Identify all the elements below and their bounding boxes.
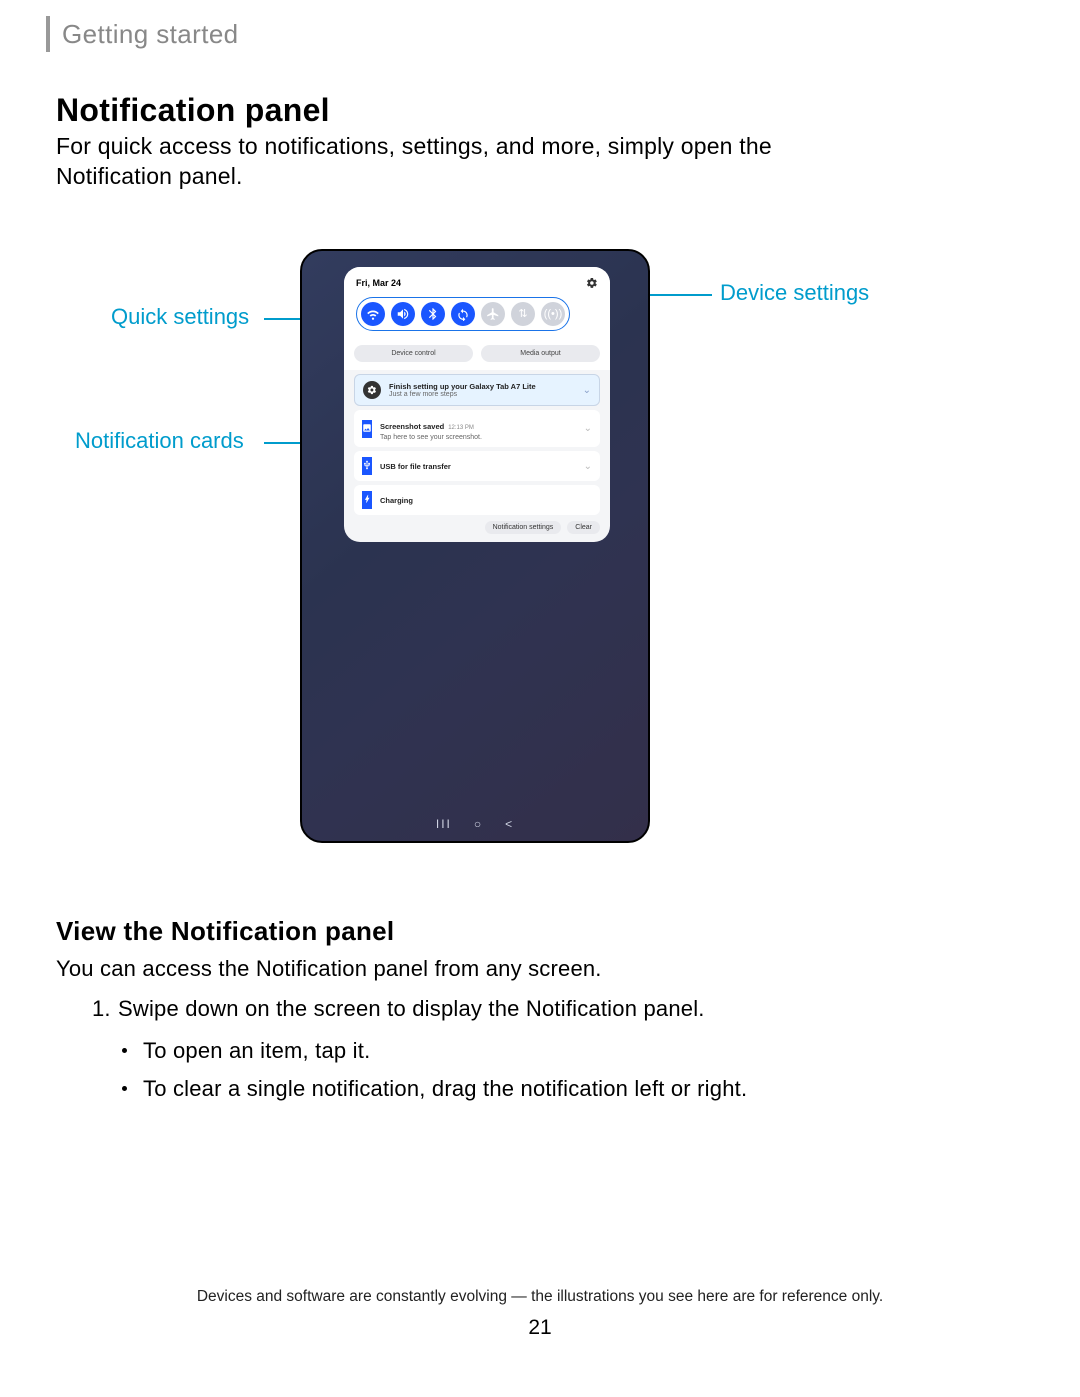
notification-title: Screenshot saved (380, 422, 444, 431)
hotspot-icon[interactable]: ((•)) (541, 302, 565, 326)
bullet-list: To open an item, tap it. To clear a sing… (92, 1038, 747, 1102)
notification-title: Finish setting up your Galaxy Tab A7 Lit… (389, 382, 575, 391)
bullet-text: To open an item, tap it. (143, 1038, 370, 1064)
step-text: Swipe down on the screen to display the … (118, 996, 705, 1021)
chevron-down-icon[interactable]: ⌄ (584, 461, 592, 472)
android-navbar: III ○ < (302, 817, 648, 831)
chevron-down-icon[interactable]: ⌄ (584, 423, 592, 434)
bullet-text: To clear a single notification, drag the… (143, 1076, 747, 1102)
notification-time: 12:13 PM (448, 425, 474, 431)
data-icon[interactable]: ⇅ (511, 302, 535, 326)
page-number: 21 (0, 1316, 1080, 1340)
section-heading: View the Notification panel (56, 916, 394, 947)
notification-settings-button[interactable]: Notification settings (485, 521, 562, 534)
bullet-dot (122, 1086, 127, 1091)
gear-icon (363, 381, 381, 399)
panel-header: Fri, Mar 24 ⇅ ((•)) (344, 267, 610, 337)
sound-icon[interactable] (391, 302, 415, 326)
device-control-button[interactable]: Device control (354, 345, 473, 362)
image-icon (362, 420, 372, 438)
home-icon[interactable]: ○ (474, 817, 483, 831)
lead-paragraph: For quick access to notifications, setti… (56, 132, 876, 192)
notification-title: USB for file transfer (380, 462, 576, 471)
usb-icon (362, 457, 372, 475)
callout-device-settings: Device settings (720, 280, 869, 306)
section-paragraph: You can access the Notification panel fr… (56, 956, 602, 982)
bullet-dot (122, 1048, 127, 1053)
panel-date: Fri, Mar 24 (356, 278, 401, 288)
setup-notification[interactable]: Finish setting up your Galaxy Tab A7 Lit… (354, 374, 600, 406)
notification-sub: Just a few more steps (389, 391, 575, 398)
recents-icon[interactable]: III (436, 817, 452, 831)
charging-notification[interactable]: Charging (354, 485, 600, 515)
control-buttons-row: Device control Media output (344, 337, 610, 370)
quick-settings-row: ⇅ ((•)) (356, 297, 570, 331)
notification-sub: Tap here to see your screenshot. (380, 434, 576, 441)
notification-title: Charging (380, 496, 592, 505)
screenshot-notification[interactable]: Screenshot saved 12:13 PM Tap here to see… (354, 410, 600, 447)
notification-panel: Fri, Mar 24 ⇅ ((•)) Device control Media… (344, 267, 610, 542)
chevron-down-icon[interactable]: ⌄ (583, 385, 591, 396)
panel-actions: Notification settings Clear (344, 515, 610, 534)
breadcrumb: Getting started (46, 16, 239, 52)
wifi-icon[interactable] (361, 302, 385, 326)
airplane-icon[interactable] (481, 302, 505, 326)
footer-text: Devices and software are constantly evol… (0, 1288, 1080, 1306)
callout-quick-settings: Quick settings (111, 304, 249, 330)
device-screenshot: Fri, Mar 24 ⇅ ((•)) Device control Media… (300, 249, 650, 843)
media-output-button[interactable]: Media output (481, 345, 600, 362)
callout-notification-cards: Notification cards (75, 428, 244, 454)
rotate-icon[interactable] (451, 302, 475, 326)
ordered-list: 1.Swipe down on the screen to display th… (92, 996, 747, 1114)
bolt-icon (362, 491, 372, 509)
gear-icon[interactable] (586, 277, 598, 289)
usb-notification[interactable]: USB for file transfer ⌄ (354, 451, 600, 481)
page-title: Notification panel (56, 92, 330, 129)
breadcrumb-bar (46, 16, 50, 52)
clear-button[interactable]: Clear (567, 521, 600, 534)
breadcrumb-text: Getting started (62, 19, 239, 50)
bluetooth-icon[interactable] (421, 302, 445, 326)
back-icon[interactable]: < (505, 817, 514, 831)
